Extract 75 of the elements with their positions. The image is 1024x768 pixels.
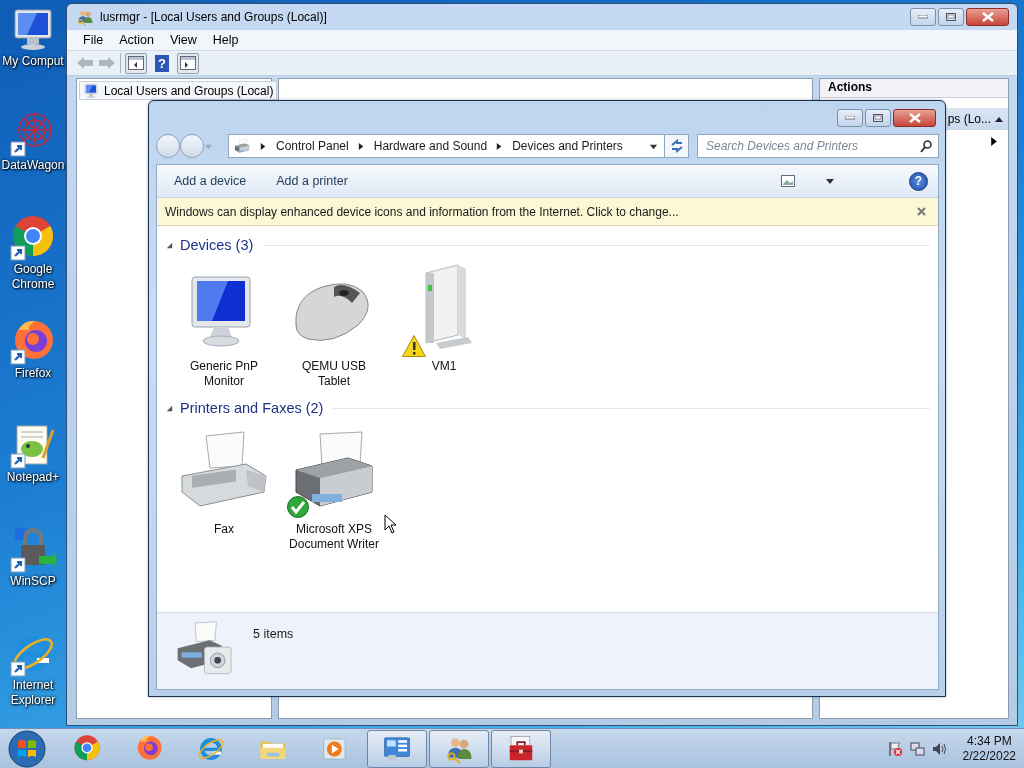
close-icon: [981, 12, 994, 22]
group-header[interactable]: Printers and Faxes (2): [180, 400, 324, 416]
refresh-button[interactable]: [665, 134, 689, 158]
breadcrumb-item[interactable]: Devices and Printers: [512, 139, 623, 153]
chevron-icon: [259, 141, 268, 151]
desktop-icon-label[interactable]: Notepad+: [6, 470, 60, 485]
minimize-button[interactable]: [910, 8, 936, 26]
clock-time: 4:34 PM: [966, 733, 1012, 749]
menu-item[interactable]: View: [162, 33, 206, 47]
actions-header: Actions: [820, 79, 1008, 98]
close-icon: [908, 113, 921, 123]
item-count: 5 items: [253, 626, 294, 641]
clock-date: 2/22/2022: [962, 748, 1016, 764]
submenu-arrow-icon: [989, 135, 1000, 147]
breadcrumb-item[interactable]: Control Panel: [276, 139, 349, 153]
menu-item[interactable]: Help: [205, 33, 248, 47]
network-icon[interactable]: [908, 740, 925, 757]
desktop-icon-label[interactable]: DataWagon: [1, 158, 65, 173]
window-title: lusrmgr - [Local Users and Groups (Local)]: [100, 10, 328, 24]
taskbar-button[interactable]: [429, 729, 489, 768]
device-label[interactable]: Generic PnP Monitor: [189, 359, 258, 389]
close-icon[interactable]: [917, 207, 926, 216]
search-icon: [920, 140, 932, 153]
refresh-icon: [669, 139, 684, 153]
maximize-button[interactable]: [938, 8, 964, 26]
command-button[interactable]: Add a printer: [276, 174, 348, 188]
cursor-icon: [384, 514, 397, 534]
breadcrumb-item[interactable]: Hardware and Sound: [373, 139, 488, 153]
minimize-icon: [918, 15, 928, 19]
section-title: ps (Lo...: [947, 112, 991, 126]
help-button[interactable]: ?: [909, 171, 928, 191]
tree-item-label: Local Users and Groups (Local): [104, 83, 274, 98]
printer-icon: [233, 138, 251, 154]
help-button[interactable]: ?: [155, 54, 169, 72]
address-bar[interactable]: Control Panel Hardware and Sound Devices and Printers: [228, 134, 665, 158]
desktop-icon-label[interactable]: Google Chrome: [11, 262, 55, 292]
dropdown-arrow-icon: [825, 176, 835, 186]
chevron-icon: [356, 141, 366, 151]
minimize-button[interactable]: [837, 109, 863, 127]
desktop-icon-label[interactable]: WinSCP: [10, 574, 56, 589]
group-header[interactable]: Devices (3): [180, 237, 254, 253]
device-label[interactable]: VM1: [431, 359, 457, 374]
close-button[interactable]: [966, 8, 1009, 26]
maximize-icon: [873, 114, 883, 122]
clock[interactable]: 4:34 PM 2/22/2022: [962, 733, 1016, 764]
command-button[interactable]: Add a device: [174, 174, 247, 188]
info-bar[interactable]: Windows can display enhanced device icons and information from the Internet. Click to change...: [157, 198, 938, 226]
desktop-icon-label[interactable]: Firefox: [14, 366, 52, 381]
collapse-arrow-icon: [165, 403, 174, 413]
collapse-arrow-icon: [165, 240, 174, 250]
maximize-button[interactable]: [865, 109, 891, 127]
search-field[interactable]: Search Devices and Printers: [697, 134, 939, 158]
toggle-pane-button[interactable]: [177, 52, 199, 74]
device-label[interactable]: Microsoft XPS Document Writer: [289, 522, 379, 552]
menu-item[interactable]: Action: [112, 33, 163, 47]
minimize-icon: [845, 116, 855, 120]
close-button[interactable]: [893, 109, 936, 127]
users-icon: [76, 8, 94, 26]
taskbar-button[interactable]: [491, 729, 551, 768]
menu-item[interactable]: File: [76, 33, 113, 47]
start-button[interactable]: [7, 728, 47, 768]
taskbar-button[interactable]: [367, 729, 427, 768]
view-icon[interactable]: [781, 175, 795, 187]
actions-section-header[interactable]: ps (Lo...: [946, 108, 1008, 130]
info-bar-text: Windows can display enhanced device icons and information from the Internet. Click to change...: [165, 204, 680, 219]
notepad-icon[interactable]: [9, 422, 57, 470]
toggle-tree-button[interactable]: [125, 52, 147, 74]
lock-icon[interactable]: [9, 526, 57, 574]
computer-icon: [83, 82, 99, 99]
maximize-icon: [946, 13, 956, 21]
device-label[interactable]: Fax: [214, 522, 234, 537]
tree-item[interactable]: Local Users and Groups (Local): [79, 81, 278, 100]
device-label[interactable]: QEMU USB Tablet: [302, 359, 366, 389]
desktop-icon-label[interactable]: My Comput: [2, 54, 64, 69]
flag-icon[interactable]: [886, 740, 903, 757]
